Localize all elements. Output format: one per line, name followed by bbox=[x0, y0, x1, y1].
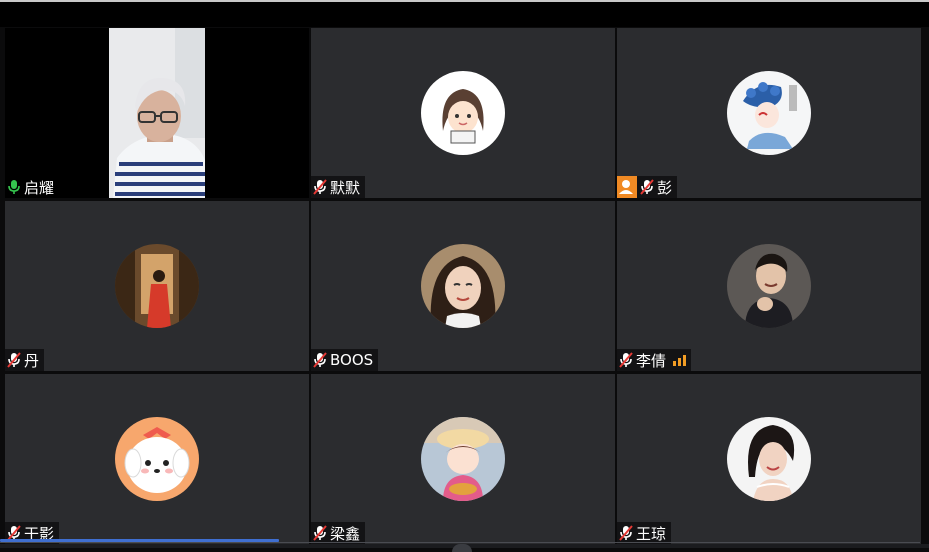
participant-tile-2[interactable]: 默默 bbox=[311, 28, 615, 198]
participant-name: 梁鑫 bbox=[330, 524, 361, 543]
participant-tile-1[interactable]: 启耀 bbox=[5, 28, 309, 198]
nameplate: BOOS bbox=[311, 349, 379, 371]
nameplate: 启耀 bbox=[5, 176, 60, 198]
nameplate: 彭 bbox=[617, 176, 678, 198]
participant-tile-8[interactable]: 梁鑫 bbox=[311, 374, 615, 544]
window-border bbox=[0, 0, 929, 2]
bottom-bar bbox=[0, 544, 929, 552]
nameplate: 丹 bbox=[5, 349, 45, 371]
mic-icon bbox=[8, 180, 20, 194]
bottom-handle[interactable] bbox=[452, 544, 472, 552]
avatar bbox=[727, 417, 811, 501]
signal-bars-icon bbox=[673, 354, 687, 366]
participant-name: 李倩 bbox=[636, 351, 667, 370]
mic-muted-icon bbox=[619, 352, 633, 368]
participant-name: 启耀 bbox=[24, 178, 55, 197]
avatar bbox=[115, 244, 199, 328]
participant-name: 彭 bbox=[657, 178, 673, 197]
avatar bbox=[421, 71, 505, 155]
participant-grid: 启耀 默默 彭 丹 BOOS 李倩 干影 梁鑫 王琼 bbox=[5, 28, 921, 544]
participant-video bbox=[5, 28, 309, 198]
avatar bbox=[421, 417, 505, 501]
avatar bbox=[421, 244, 505, 328]
participant-tile-7[interactable]: 干影 bbox=[5, 374, 309, 544]
participant-tile-6[interactable]: 李倩 bbox=[617, 201, 921, 371]
participant-tile-4[interactable]: 丹 bbox=[5, 201, 309, 371]
participant-name: 丹 bbox=[24, 351, 40, 370]
avatar bbox=[727, 71, 811, 155]
window-top-bar bbox=[0, 0, 929, 27]
participant-name: 王琼 bbox=[636, 524, 667, 543]
bottom-scroll-track[interactable] bbox=[0, 542, 920, 543]
mic-muted-icon bbox=[313, 352, 327, 368]
mic-muted-icon bbox=[619, 525, 633, 541]
mic-muted-icon bbox=[313, 179, 327, 195]
participant-name: 默默 bbox=[330, 178, 361, 197]
mic-muted-icon bbox=[313, 525, 327, 541]
participant-tile-9[interactable]: 王琼 bbox=[617, 374, 921, 544]
nameplate: 默默 bbox=[311, 176, 366, 198]
nameplate: 李倩 bbox=[617, 349, 692, 371]
avatar bbox=[115, 417, 199, 501]
participant-tile-5[interactable]: BOOS bbox=[311, 201, 615, 371]
nameplate: 梁鑫 bbox=[311, 522, 366, 544]
nameplate: 王琼 bbox=[617, 522, 672, 544]
avatar bbox=[727, 244, 811, 328]
bottom-progress-bar bbox=[0, 539, 279, 542]
person-icon bbox=[617, 176, 637, 198]
mic-muted-icon bbox=[640, 179, 654, 195]
mic-muted-icon bbox=[7, 352, 21, 368]
participant-name: BOOS bbox=[330, 351, 374, 369]
participant-tile-3[interactable]: 彭 bbox=[617, 28, 921, 198]
